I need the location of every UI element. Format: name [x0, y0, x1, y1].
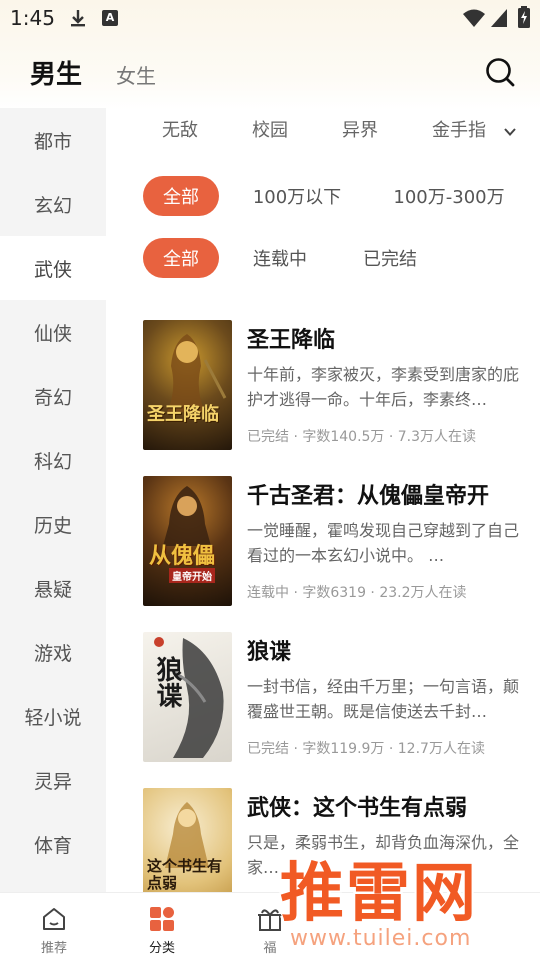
word-filter-1m-3m[interactable]: 100万-300万 [380, 176, 518, 216]
pill-label: 连载中 [253, 249, 307, 270]
signal-icon [491, 9, 507, 27]
sidebar-item-xianxia[interactable]: 仙侠 [0, 300, 106, 364]
sidebar-item-qingxiaoshuo[interactable]: 轻小说 [0, 684, 106, 748]
cover-title: 这个书生有点弱 [147, 857, 223, 892]
book-item[interactable]: 圣王降临 圣王降临 十年前，李家被灭，李素受到唐家的庇护才逃得一命。十年后，李素… [143, 320, 523, 450]
category-icon [150, 907, 174, 931]
sidebar-item-label: 悬疑 [33, 578, 72, 601]
book-title: 狼谍 [247, 640, 292, 665]
sidebar-item-dushi[interactable]: 都市 [0, 108, 106, 172]
chevron-down-icon[interactable] [502, 124, 518, 140]
watermark: 推雷网 www.tuilei.com [270, 842, 540, 960]
gender-tabs: 男生 女生 [30, 54, 156, 94]
status-filter-all[interactable]: 全部 [143, 238, 219, 278]
status-filter-completed[interactable]: 已完结 [350, 238, 430, 278]
book-cover[interactable]: 狼谍 [143, 632, 232, 762]
sidebar-item-lingyi[interactable]: 灵异 [0, 748, 106, 812]
sidebar-item-label: 仙侠 [33, 322, 72, 345]
wifi-icon [463, 9, 485, 27]
pill-label: 全部 [163, 249, 199, 270]
pill-label: 已完结 [363, 249, 417, 270]
book-cover[interactable]: 这个书生有点弱 [143, 788, 232, 892]
book-item[interactable]: 狼谍 狼谍 一封书信，经由千万里；一句言语，颠覆盛世王朝。既是信使送去千封… 已… [143, 632, 523, 762]
nav-recommend[interactable]: 推荐 [0, 893, 108, 960]
word-filter-under-1m[interactable]: 100万以下 [240, 176, 354, 216]
cover-title: 狼谍 [152, 656, 182, 708]
book-description: 一封书信，经由千万里；一句言语，颠覆盛世王朝。既是信使送去千封… [247, 677, 520, 721]
sidebar-item-label: 游戏 [33, 642, 72, 665]
book-item[interactable]: 从傀儡 皇帝开始 千古圣君：从傀儡皇帝开 一觉睡醒，霍鸣发现自己穿越到了自己看过… [143, 476, 523, 606]
home-icon [43, 908, 65, 930]
book-title: 圣王降临 [247, 328, 336, 353]
category-sidebar: 都市 玄幻 武侠 仙侠 奇幻 科幻 历史 悬疑 游戏 轻小说 灵异 体育 [0, 108, 106, 892]
sidebar-item-tiyu[interactable]: 体育 [0, 812, 106, 876]
book-cover[interactable]: 从傀儡 皇帝开始 [143, 476, 232, 606]
sidebar-item-wuxia[interactable]: 武侠 [0, 236, 106, 300]
cover-title: 从傀儡 [149, 543, 216, 569]
sidebar-item-lishi[interactable]: 历史 [0, 492, 106, 556]
nav-label: 推荐 [40, 941, 67, 956]
pill-label: 100万以下 [252, 187, 342, 208]
sidebar-item-label: 灵异 [33, 770, 72, 793]
book-meta: 已完结 · 字数140.5万 · 7.3万人在读 [247, 429, 477, 445]
pill-label: 全部 [163, 187, 199, 208]
subcategory-item[interactable]: 校园 [252, 116, 288, 142]
sidebar-item-kehuan[interactable]: 科幻 [0, 428, 106, 492]
subcategory-item[interactable]: 异界 [342, 116, 378, 142]
status-time: 1:45 [10, 6, 55, 30]
book-title: 千古圣君：从傀儡皇帝开 [247, 484, 490, 509]
sidebar-item-youxi[interactable]: 游戏 [0, 620, 106, 684]
status-filter-serializing[interactable]: 连载中 [240, 238, 320, 278]
subcategory-item[interactable]: 金手指 [432, 116, 486, 142]
book-description: 一觉睡醒，霍鸣发现自己穿越到了自己看过的一本玄幻小说中。 … [247, 521, 520, 565]
sidebar-item-label: 轻小说 [24, 706, 82, 729]
cover-subtitle: 皇帝开始 [169, 568, 215, 583]
book-description: 十年前，李家被灭，李素受到唐家的庇护才逃得一命。十年后，李素终… [247, 365, 520, 409]
status-bar: 1:45 A [0, 0, 540, 36]
word-filter-all[interactable]: 全部 [143, 176, 219, 216]
pill-label: 100万-300万 [393, 187, 505, 208]
watermark-url: www.tuilei.com [290, 926, 472, 951]
sidebar-item-label: 武侠 [33, 258, 72, 281]
battery-icon [518, 6, 530, 28]
subcategory-item[interactable]: 无敌 [162, 116, 198, 142]
sidebar-item-xuanhuan[interactable]: 玄幻 [0, 172, 106, 236]
nav-label: 分类 [148, 941, 175, 956]
sidebar-item-label: 奇幻 [33, 386, 72, 409]
a-badge-icon: A [102, 10, 118, 26]
sidebar-item-label: 玄幻 [33, 194, 72, 217]
sidebar-item-label: 历史 [33, 514, 72, 537]
tab-female[interactable]: 女生 [116, 60, 156, 89]
tab-male[interactable]: 男生 [30, 54, 82, 91]
book-cover[interactable]: 圣王降临 [143, 320, 232, 450]
nav-category[interactable]: 分类 [108, 893, 216, 960]
sidebar-item-xuanyi[interactable]: 悬疑 [0, 556, 106, 620]
sidebar-item-label: 体育 [33, 834, 72, 857]
book-meta: 连载中 · 字数6319 · 23.2万人在读 [247, 585, 467, 601]
cover-title: 圣王降临 [147, 404, 219, 425]
download-icon [71, 10, 85, 27]
sidebar-item-qihuan[interactable]: 奇幻 [0, 364, 106, 428]
book-title: 武侠：这个书生有点弱 [247, 796, 468, 821]
search-icon[interactable] [484, 56, 516, 88]
watermark-logo: 推雷网 [280, 857, 478, 931]
sidebar-item-label: 都市 [33, 130, 72, 153]
subcategory-row: 无敌 校园 异界 金手指 [130, 108, 540, 148]
sidebar-item-label: 科幻 [33, 450, 72, 473]
book-meta: 已完结 · 字数119.9万 · 12.7万人在读 [247, 741, 485, 757]
